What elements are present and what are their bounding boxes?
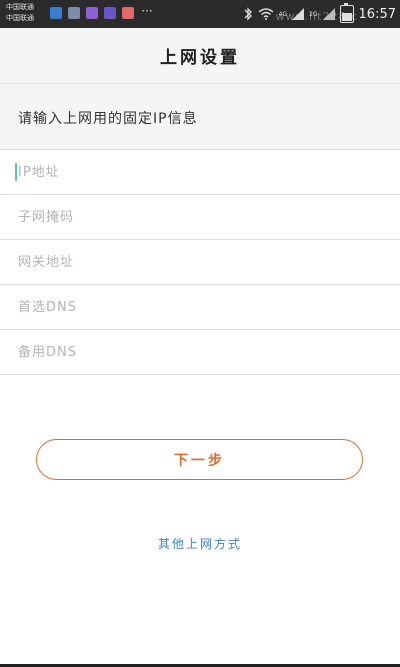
battery-icon [339,3,354,23]
carrier-info: 中国联通 中国联通 [6,2,34,24]
gateway-input[interactable] [16,240,388,284]
signal-1-icon [292,8,305,20]
system-icons: 4G 2G 16:57 [243,3,396,24]
app-notification-icon [50,7,62,19]
wifi-icon [258,8,274,20]
carrier-name-1: 中国联通 [6,3,34,11]
net-type-top: 4G [278,10,288,18]
instruction-area: 请输入上网用的固定IP信息 [0,84,400,150]
signal-2-icon [322,8,335,20]
ip-address-row [0,150,400,195]
ip-settings-form [0,150,400,375]
secondary-dns-row [0,330,400,375]
secondary-dns-input[interactable] [16,330,388,374]
primary-dns-input[interactable] [16,285,388,329]
qq-notification-icon [104,7,116,19]
next-step-button[interactable]: 下一步 [36,439,363,480]
status-bar: 中国联通 中国联通 ··· www.lit228.c 4G 2G 16:57 [0,0,400,28]
primary-dns-row [0,285,400,330]
other-methods-link[interactable]: 其他上网方式 [0,535,400,552]
net-type-bottom: 2G [309,10,318,18]
carrier-name-2: 中国联通 [6,14,34,22]
net-type-2g: 2G [309,11,317,18]
app-header: 上网设置 [0,28,400,84]
gateway-row [0,240,400,285]
page-title: 上网设置 [160,48,240,68]
subnet-mask-row [0,195,400,240]
store-notification-icon [122,7,134,19]
more-notifications-icon: ··· [141,4,153,18]
instruction-text: 请输入上网用的固定IP信息 [18,111,198,127]
battery-level [341,13,352,21]
net-type-4g: 4G [279,11,287,18]
subnet-mask-input[interactable] [16,195,388,239]
notification-icons: ··· [50,4,154,19]
chat-notification-icon [86,7,98,19]
image-notification-icon [68,7,80,19]
clock: 16:57 [358,6,396,22]
bluetooth-icon [243,7,253,21]
ip-address-input[interactable] [16,150,388,194]
